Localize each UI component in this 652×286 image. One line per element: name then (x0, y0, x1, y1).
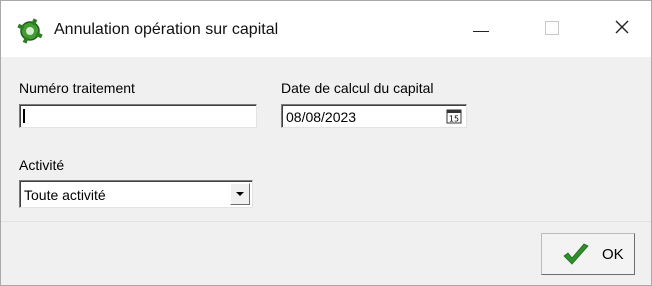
ok-label: OK (602, 246, 624, 263)
close-icon (615, 20, 629, 34)
close-button[interactable] (599, 9, 645, 49)
minimize-icon (473, 31, 489, 32)
svg-text:15: 15 (449, 115, 459, 124)
date-calcul-label: Date de calcul du capital (281, 80, 434, 96)
calendar-icon[interactable]: 15 (446, 108, 462, 124)
activite-selected-value: Toute activité (24, 187, 106, 203)
chevron-down-icon (236, 192, 244, 196)
numero-traitement-label: Numéro traitement (19, 80, 135, 96)
footer-divider (1, 221, 651, 222)
activite-select[interactable]: Toute activité (19, 180, 253, 208)
minimize-button[interactable] (457, 9, 503, 49)
settings-gear-icon (17, 18, 43, 44)
ok-button[interactable]: OK (541, 233, 635, 275)
dialog-window: Annulation opération sur capital Numéro … (0, 0, 652, 286)
date-calcul-value: 08/08/2023 (286, 109, 357, 125)
checkmark-icon (563, 243, 589, 265)
date-calcul-field[interactable]: 08/08/2023 15 (281, 104, 467, 128)
activite-label: Activité (19, 157, 65, 173)
window-title: Annulation opération sur capital (54, 21, 279, 38)
maximize-button[interactable] (529, 9, 575, 49)
title-bar[interactable]: Annulation opération sur capital (1, 1, 651, 57)
text-caret (23, 109, 25, 123)
numero-traitement-input[interactable] (19, 104, 257, 128)
activite-dropdown-button[interactable] (230, 183, 250, 205)
maximize-icon (545, 21, 559, 35)
